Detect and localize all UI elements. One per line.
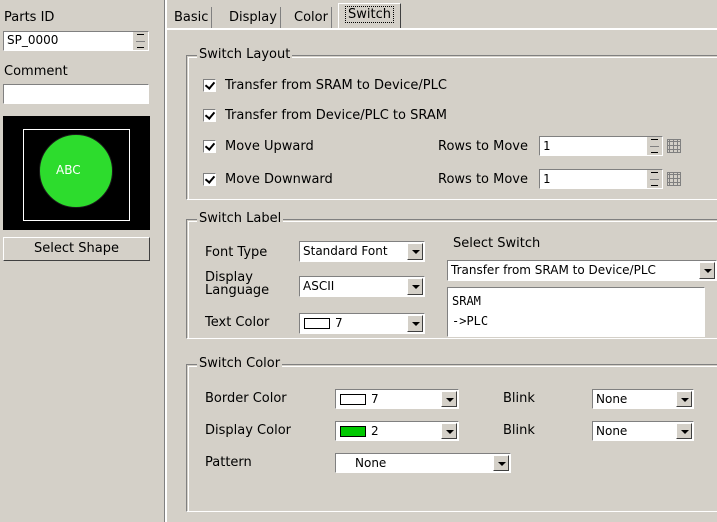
blink-display-dropdown[interactable]: None <box>592 421 694 441</box>
parts-id-field[interactable]: SP_0000 <box>3 31 149 51</box>
border-color-dropdown[interactable]: 7 <box>335 389 459 409</box>
rows-up-keypad-icon[interactable] <box>667 139 681 153</box>
parts-id-value: SP_0000 <box>7 33 59 47</box>
text-color-dropdown[interactable]: 7 <box>299 313 425 334</box>
pattern-label: Pattern <box>205 455 252 470</box>
rows-down-spin-buttons[interactable] <box>646 170 662 188</box>
display-language-chevron-down-icon[interactable] <box>407 278 423 295</box>
move-upward-checkbox[interactable] <box>203 140 216 153</box>
tab-panel-top-edge <box>166 28 717 30</box>
blink-display-value: None <box>596 424 628 438</box>
parts-id-label: Parts ID <box>4 10 55 25</box>
transfer-plc-to-sram-checkbox[interactable] <box>203 109 216 122</box>
move-downward-checkbox[interactable] <box>203 173 216 186</box>
switch-label-text-area[interactable]: SRAM ->PLC <box>447 287 705 337</box>
transfer-plc-to-sram-label: Transfer from Device/PLC to SRAM <box>225 108 447 123</box>
rows-up-spin-buttons[interactable] <box>646 137 662 155</box>
border-color-swatch <box>340 394 366 405</box>
switch-label-line-1: SRAM <box>452 294 481 308</box>
rows-to-move-down-label: Rows to Move <box>438 172 528 187</box>
rows-down-keypad-icon[interactable] <box>667 172 681 186</box>
pattern-chevron-down-icon[interactable] <box>493 455 509 471</box>
shape-preview: ABC <box>3 116 150 230</box>
rows-up-value: 1 <box>543 139 551 153</box>
rows-down-value: 1 <box>543 172 551 186</box>
select-switch-dropdown[interactable]: Transfer from SRAM to Device/PLC <box>447 260 717 281</box>
blink-border-label: Blink <box>503 391 535 406</box>
tab-display[interactable]: Display <box>226 7 281 28</box>
switch-label-line-2: ->PLC <box>452 314 489 328</box>
display-color-dropdown[interactable]: 2 <box>335 421 459 441</box>
transfer-sram-to-plc-checkbox[interactable] <box>203 79 216 92</box>
border-color-value: 7 <box>371 392 379 406</box>
font-type-label: Font Type <box>205 245 268 260</box>
tab-switch[interactable]: Switch <box>338 3 401 28</box>
transfer-sram-to-plc-label: Transfer from SRAM to Device/PLC <box>225 78 447 93</box>
blink-border-dropdown[interactable]: None <box>592 389 694 409</box>
blink-display-chevron-down-icon[interactable] <box>676 423 692 439</box>
select-shape-button[interactable]: Select Shape <box>3 237 150 261</box>
border-color-chevron-down-icon[interactable] <box>441 391 457 407</box>
select-switch-value: Transfer from SRAM to Device/PLC <box>451 263 656 277</box>
comment-label: Comment <box>4 64 68 79</box>
text-color-value: 7 <box>335 316 343 330</box>
display-language-value: ASCII <box>303 279 335 293</box>
display-color-chevron-down-icon[interactable] <box>441 423 457 439</box>
font-type-value: Standard Font <box>303 244 388 258</box>
display-color-label: Display Color <box>205 423 291 438</box>
border-color-label: Border Color <box>205 391 287 406</box>
rows-down-spinner[interactable]: 1 <box>539 169 663 189</box>
pattern-value: None <box>355 456 387 470</box>
pattern-dropdown[interactable]: None <box>335 453 511 473</box>
tab-switch-label: Switch <box>345 6 394 23</box>
preview-text: ABC <box>56 163 81 177</box>
blink-border-value: None <box>596 392 628 406</box>
select-switch-label: Select Switch <box>453 236 541 251</box>
tab-color[interactable]: Color <box>291 7 332 28</box>
switch-color-legend: Switch Color <box>197 356 283 371</box>
move-downward-label: Move Downward <box>225 172 333 187</box>
move-upward-label: Move Upward <box>225 139 314 154</box>
switch-label-text-content: SRAM ->PLC <box>448 288 492 334</box>
text-color-label: Text Color <box>205 315 270 330</box>
comment-field[interactable] <box>3 84 149 104</box>
blink-display-label: Blink <box>503 423 535 438</box>
select-switch-chevron-down-icon[interactable] <box>699 262 715 279</box>
blink-border-chevron-down-icon[interactable] <box>676 391 692 407</box>
rows-to-move-up-label: Rows to Move <box>438 139 528 154</box>
text-color-swatch <box>304 318 330 329</box>
parts-id-spinner[interactable] <box>132 32 148 50</box>
panel-divider <box>164 0 167 522</box>
font-type-dropdown[interactable]: Standard Font <box>299 241 425 262</box>
switch-layout-legend: Switch Layout <box>197 47 293 62</box>
display-color-swatch <box>340 426 366 437</box>
text-color-chevron-down-icon[interactable] <box>407 315 423 332</box>
switch-label-legend: Switch Label <box>197 211 284 226</box>
rows-up-spinner[interactable]: 1 <box>539 136 663 156</box>
display-color-value: 2 <box>371 424 379 438</box>
parts-panel: Parts ID SP_0000 Comment ABC Select Shap… <box>0 0 163 522</box>
tab-basic[interactable]: Basic <box>171 7 213 28</box>
display-language-label: Display Language <box>205 270 270 298</box>
font-type-chevron-down-icon[interactable] <box>407 243 423 260</box>
display-language-dropdown[interactable]: ASCII <box>299 276 425 297</box>
